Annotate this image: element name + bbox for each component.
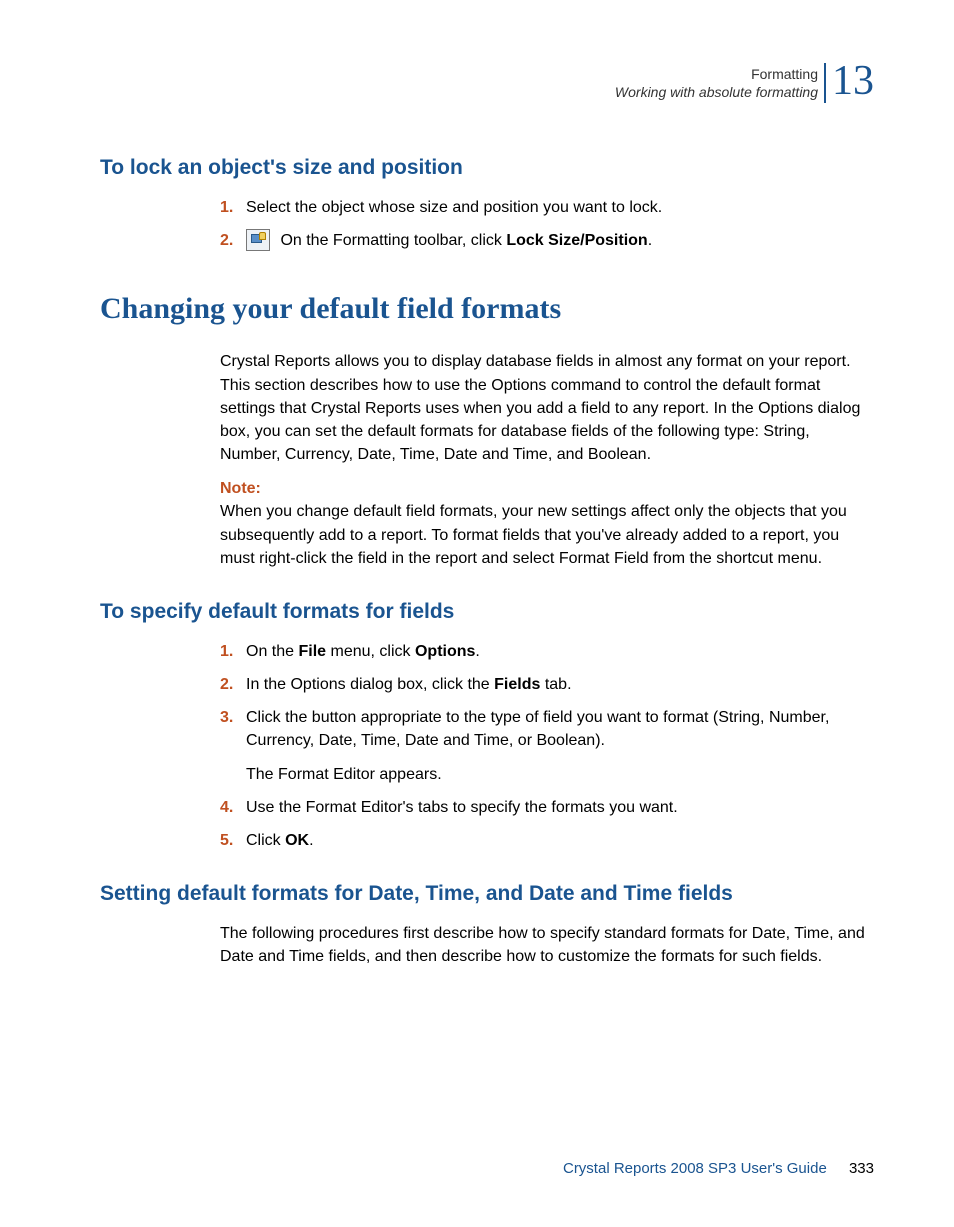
- header-chapter-title: Formatting: [615, 65, 818, 83]
- lock-size-position-icon: [246, 229, 270, 251]
- step-number: 5.: [220, 829, 246, 852]
- bold-options: Options: [415, 643, 475, 660]
- heading-date-time-defaults: Setting default formats for Date, Time, …: [100, 882, 874, 906]
- section-date-time-defaults: Setting default formats for Date, Time, …: [100, 882, 874, 968]
- bold-fields: Fields: [494, 676, 540, 693]
- footer-guide-name: Crystal Reports 2008 SP3 User's Guide: [563, 1160, 827, 1177]
- step-followup: The Format Editor appears.: [246, 763, 874, 786]
- step-text: On the Formatting toolbar, click Lock Si…: [246, 229, 874, 252]
- chapter-number: 13: [832, 60, 874, 106]
- heading-changing-defaults: Changing your default field formats: [100, 292, 874, 326]
- t: Click: [246, 832, 285, 849]
- step-text-prefix: On the Formatting toolbar, click: [276, 232, 506, 249]
- step-number: 4.: [220, 796, 246, 819]
- bold-ok: OK: [285, 832, 309, 849]
- t: Click the button appropriate to the type…: [246, 709, 829, 749]
- step-2: 2. On the Formatting toolbar, click Lock…: [220, 229, 874, 252]
- t: In the Options dialog box, click the: [246, 676, 494, 693]
- step-number: 3.: [220, 706, 246, 786]
- header-text-block: Formatting Working with absolute formatt…: [615, 65, 818, 101]
- note-label: Note:: [220, 480, 874, 498]
- step-text: In the Options dialog box, click the Fie…: [246, 673, 874, 696]
- step-1: 1. Select the object whose size and posi…: [220, 196, 874, 219]
- t: menu, click: [326, 643, 415, 660]
- step-3: 3. Click the button appropriate to the t…: [220, 706, 874, 786]
- t: tab.: [540, 676, 571, 693]
- t: .: [309, 832, 313, 849]
- step-text: Click the button appropriate to the type…: [246, 706, 874, 786]
- steps-specify-defaults: 1. On the File menu, click Options. 2. I…: [220, 640, 874, 852]
- note-text: When you change default field formats, y…: [220, 500, 874, 570]
- step-text-bold: Lock Size/Position: [506, 232, 647, 249]
- page-footer: Crystal Reports 2008 SP3 User's Guide 33…: [563, 1160, 874, 1177]
- bold-file: File: [298, 643, 326, 660]
- para-changing-defaults: Crystal Reports allows you to display da…: [220, 350, 874, 466]
- step-1: 1. On the File menu, click Options.: [220, 640, 874, 663]
- step-5: 5. Click OK.: [220, 829, 874, 852]
- heading-specify-defaults: To specify default formats for fields: [100, 600, 874, 624]
- step-4: 4. Use the Format Editor's tabs to speci…: [220, 796, 874, 819]
- t: On the: [246, 643, 298, 660]
- step-text: Use the Format Editor's tabs to specify …: [246, 796, 874, 819]
- step-number: 1.: [220, 640, 246, 663]
- steps-lock-object: 1. Select the object whose size and posi…: [220, 196, 874, 252]
- step-2: 2. In the Options dialog box, click the …: [220, 673, 874, 696]
- footer-page-number: 333: [849, 1160, 874, 1177]
- header-subtitle: Working with absolute formatting: [615, 83, 818, 101]
- section-changing-defaults: Changing your default field formats Crys…: [100, 292, 874, 570]
- para-date-time-defaults: The following procedures first describe …: [220, 922, 874, 968]
- step-number: 2.: [220, 229, 246, 252]
- t: .: [475, 643, 479, 660]
- step-text: Click OK.: [246, 829, 874, 852]
- header-divider: [824, 63, 826, 103]
- step-text-suffix: .: [648, 232, 652, 249]
- page-header: Formatting Working with absolute formatt…: [100, 60, 874, 106]
- section-lock-object: To lock an object's size and position 1.…: [100, 156, 874, 252]
- section-specify-defaults: To specify default formats for fields 1.…: [100, 600, 874, 852]
- heading-lock-object: To lock an object's size and position: [100, 156, 874, 180]
- step-number: 2.: [220, 673, 246, 696]
- step-text: Select the object whose size and positio…: [246, 196, 874, 219]
- step-number: 1.: [220, 196, 246, 219]
- step-text: On the File menu, click Options.: [246, 640, 874, 663]
